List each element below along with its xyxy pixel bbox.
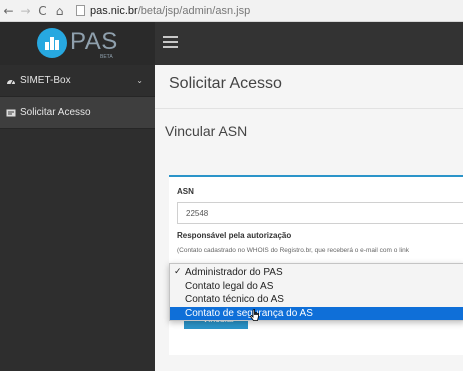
url-host: pas.nic.br <box>90 4 138 17</box>
logo-chart-icon <box>37 28 67 58</box>
back-icon[interactable]: ← <box>0 4 17 18</box>
url-path: /beta/jsp/admin/asn.jsp <box>137 4 251 17</box>
reload-icon[interactable]: C <box>34 4 51 18</box>
section-title: Vincular ASN <box>165 123 248 139</box>
option-contato-legal[interactable]: Contato legal do AS <box>170 280 463 294</box>
option-label: Administrador do PAS <box>185 267 283 278</box>
responsavel-select-dropdown[interactable]: ✓ Administrador do PAS Contato legal do … <box>169 263 463 321</box>
cursor-icon <box>250 309 259 321</box>
home-icon[interactable]: ⌂ <box>51 4 68 18</box>
sidebar-item-label: SIMET-Box <box>20 75 71 86</box>
option-label: Contato legal do AS <box>185 280 274 292</box>
option-label: Contato técnico do AS <box>185 294 284 305</box>
asn-label: ASN <box>177 187 194 196</box>
sidebar-item-label: Solicitar Acesso <box>20 107 91 118</box>
forward-icon[interactable]: → <box>17 4 34 18</box>
address-bar[interactable]: pas.nic.br/beta/jsp/admin/asn.jsp <box>76 2 463 20</box>
browser-toolbar: ← → C ⌂ pas.nic.br/beta/jsp/admin/asn.js… <box>0 0 463 22</box>
help-text: (Contato cadastrado no WHOIS do Registro… <box>177 247 409 254</box>
option-label: Contato de segurança do AS <box>185 307 313 319</box>
option-contato-tecnico[interactable]: Contato técnico do AS <box>170 293 463 307</box>
sidebar-item-solicitar-acesso[interactable]: Solicitar Acesso <box>0 97 155 129</box>
logo-beta: BETA <box>100 54 113 60</box>
sidebar: SIMET-Box ⌄ Solicitar Acesso <box>0 65 155 371</box>
logo-text: PAS <box>70 28 118 55</box>
page-title: Solicitar Acesso <box>169 75 282 92</box>
dashboard-icon <box>6 77 16 85</box>
responsavel-label: Responsável pela autorização <box>177 231 292 240</box>
logo[interactable]: PAS BETA <box>0 22 155 65</box>
sidebar-item-simet-box[interactable]: SIMET-Box ⌄ <box>0 65 155 97</box>
divider <box>155 108 463 109</box>
hamburger-icon[interactable] <box>163 36 178 49</box>
page-icon <box>76 5 85 16</box>
chevron-down-icon: ⌄ <box>136 76 143 85</box>
asn-input[interactable]: 22548 <box>177 202 463 224</box>
card-icon <box>6 109 16 117</box>
app-header: PAS BETA <box>0 22 463 65</box>
option-administrador[interactable]: ✓ Administrador do PAS <box>170 266 463 280</box>
main-content: Solicitar Acesso Vincular ASN ASN 22548 … <box>155 65 463 371</box>
checkmark-icon: ✓ <box>174 267 182 277</box>
option-contato-seguranca[interactable]: Contato de segurança do AS <box>170 306 463 320</box>
